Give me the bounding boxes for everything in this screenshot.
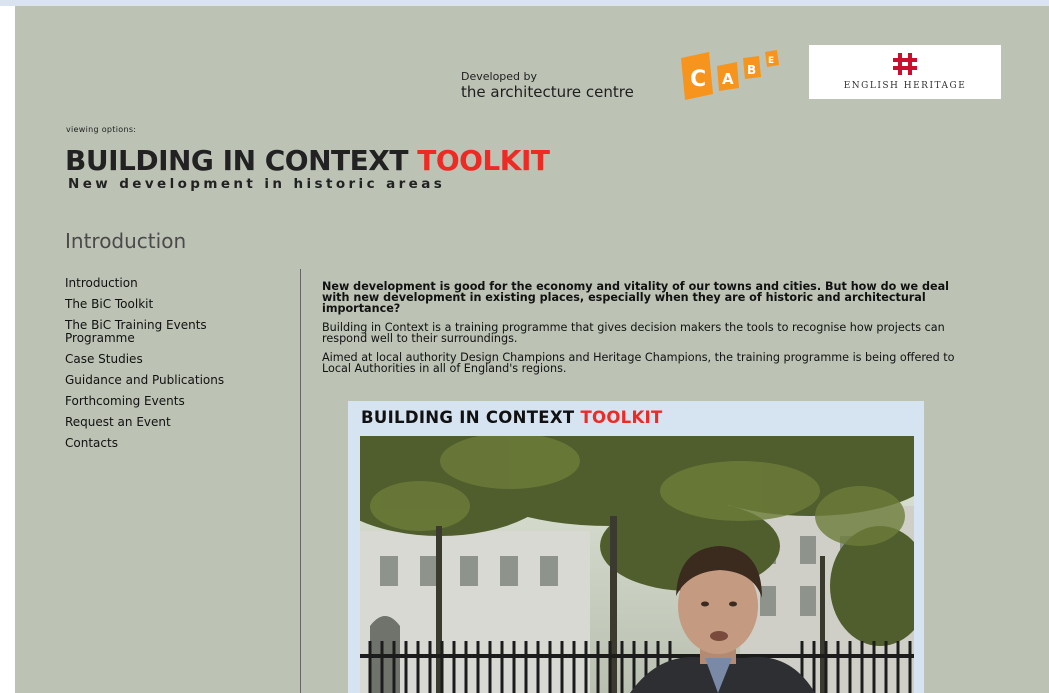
page-body: Developed by the architecture centre C A…: [15, 6, 1049, 693]
cabe-letter-e: E: [768, 56, 774, 66]
architecture-centre-label: the architecture centre: [461, 83, 634, 101]
lead-paragraph: New development is good for the economy …: [322, 280, 949, 315]
developed-by-label: Developed by: [461, 70, 538, 83]
cabe-letter-a: A: [722, 70, 734, 88]
video-title: BUILDING IN CONTEXT TOOLKIT: [361, 408, 663, 427]
video-frame[interactable]: [360, 436, 914, 693]
english-heritage-label: ENGLISH HERITAGE: [843, 81, 967, 91]
developed-by-credit: Developed by the architecture centre: [461, 70, 634, 101]
page-title: Introduction: [65, 229, 187, 253]
video-title-main: BUILDING IN CONTEXT: [361, 408, 581, 427]
column-divider: [300, 269, 301, 693]
site-subtitle: New development in historic areas: [68, 176, 446, 192]
nav-item-bic-toolkit[interactable]: The BiC Toolkit: [65, 298, 235, 311]
intro-paragraph: Building in Context is a training progra…: [322, 321, 945, 345]
video-title-highlight: TOOLKIT: [580, 408, 663, 427]
nav-item-forthcoming-events[interactable]: Forthcoming Events: [65, 395, 235, 408]
nav-item-introduction[interactable]: Introduction: [65, 277, 235, 290]
english-heritage-logo[interactable]: ENGLISH HERITAGE: [809, 45, 1001, 99]
nav-item-training-events-programme[interactable]: The BiC Training Events Programme: [65, 319, 235, 345]
site-title-highlight: TOOLKIT: [417, 144, 550, 177]
nav-item-request-event[interactable]: Request an Event: [65, 416, 235, 429]
main-content: New development is good for the economy …: [322, 281, 962, 382]
nav-item-guidance-publications[interactable]: Guidance and Publications: [65, 374, 235, 387]
cabe-letter-c: C: [690, 67, 706, 92]
viewing-options-label: viewing options:: [66, 125, 137, 134]
cabe-letter-b: B: [747, 63, 756, 77]
nav-item-case-studies[interactable]: Case Studies: [65, 353, 235, 366]
nav-item-contacts[interactable]: Contacts: [65, 437, 235, 450]
site-title-main: BUILDING IN CONTEXT: [65, 144, 418, 177]
video-player[interactable]: BUILDING IN CONTEXT TOOLKIT: [348, 401, 924, 693]
cabe-logo[interactable]: C A B E: [681, 48, 791, 104]
sidebar-nav: Introduction The BiC Toolkit The BiC Tra…: [65, 277, 295, 458]
audience-paragraph: Aimed at local authority Design Champion…: [322, 351, 955, 375]
english-heritage-emblem-icon: [893, 53, 917, 75]
site-title[interactable]: BUILDING IN CONTEXT TOOLKIT: [65, 144, 550, 177]
